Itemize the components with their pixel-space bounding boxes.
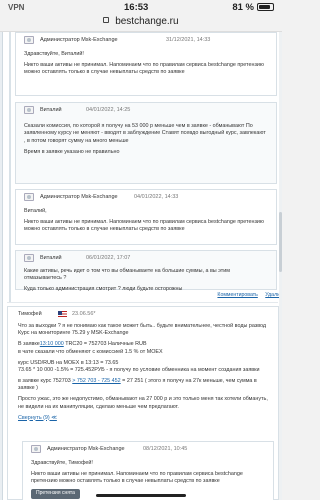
comment-header: Администратор Msk-Exchange 04/01/2022, 1… (16, 190, 276, 204)
comment-header: Администратор Msk-Exchange 31/12/2021, 1… (16, 33, 276, 47)
comment-text: Виталий, (24, 208, 47, 214)
reply-body: Здравствуйте, Тимофей! Никто ваши активы… (31, 460, 265, 499)
review-date: 23.06.56* (72, 311, 96, 317)
battery-percent: 81 % (232, 2, 254, 13)
avatar (31, 445, 41, 453)
review-text: Что за выходки ? я не понимаю как такое … (18, 323, 267, 337)
comment-card: Администратор Msk-Exchange 31/12/2021, 1… (15, 32, 277, 96)
comment-date: 31/12/2021, 14:33 (166, 37, 211, 43)
review-text-part: 73.65 * 10 000 -1.5% = 725.452РУБ - я по… (18, 367, 260, 374)
signal-indicator: VPN (8, 3, 25, 12)
status-badge: Претензия снята (31, 489, 80, 499)
reply-author: Администратор Msk-Exchange (47, 446, 125, 452)
comment-card: Виталий 06/01/2022, 17:07 Какие активы, … (15, 250, 277, 292)
address-bar[interactable]: bestchange.ru (0, 14, 282, 32)
scrollbar[interactable] (279, 32, 282, 500)
avatar (24, 254, 34, 262)
home-indicator[interactable] (96, 494, 186, 497)
comment-author: Администратор Msk-Exchange (40, 37, 118, 43)
comment-body: Здравствуйте, Виталий! Никто ваши активы… (24, 51, 268, 80)
comment-text: Сказали комиссия, по которой я получу на… (24, 123, 266, 144)
comment-date: 06/01/2022, 17:07 (86, 255, 131, 261)
comment-actions: Комментировать Удали (211, 292, 280, 298)
review-text: В заявке13:10 000 TRC20 = 752703 Наличны… (18, 341, 268, 356)
battery-icon (257, 3, 274, 11)
comment-text: Никто ваши активы не принимал. Напоминае… (24, 61, 264, 76)
comment-body: Сказали комиссия, по которой я получу на… (24, 123, 268, 160)
reply-header: Администратор Msk-Exchange 08/12/2021, 1… (23, 442, 273, 456)
clock: 16:53 (124, 2, 149, 13)
comment-text: Время в заявке указано не правильно (24, 148, 120, 155)
review-text: курс USD/RUB на MOEX в 13:13 = 73.65 73.6… (18, 360, 268, 375)
comment-text: Здравствуйте, Виталий! (24, 51, 84, 57)
flag-icon (58, 310, 67, 318)
scrollbar-thumb[interactable] (279, 212, 282, 272)
comment-header: Виталий 06/01/2022, 17:07 (16, 251, 276, 265)
review-text-part: в заявке курс 752703 (18, 377, 73, 384)
order-link[interactable]: 13:10 000 (40, 341, 64, 347)
review-text: Просто ужас, это же недопустимо, обманыв… (18, 396, 268, 410)
reply-card: Администратор Msk-Exchange 08/12/2021, 1… (22, 441, 274, 500)
status-bar: VPN 16:53 81 % (0, 0, 282, 14)
collapse-link[interactable]: Свернуть (9) ≪ (18, 415, 268, 422)
avatar (24, 193, 34, 201)
comment-date: 04/01/2022, 14:33 (134, 194, 179, 200)
comment-link[interactable]: Комментировать (217, 292, 257, 298)
page-viewport: Администратор Msk-Exchange 31/12/2021, 1… (0, 32, 282, 500)
avatar (24, 106, 34, 114)
divider (7, 302, 278, 303)
reply-date: 08/12/2021, 10:45 (143, 446, 188, 452)
calc-link[interactable]: > 752 703 - 725 452 (72, 378, 120, 384)
review-text-part: TRC20 = 752703 Наличные RUB (63, 341, 147, 348)
reply-text: Здравствуйте, Тимофей! (31, 460, 93, 466)
comment-date: 04/01/2022, 14:25 (86, 107, 131, 113)
review-header: Тимофей 23.06.56* (8, 307, 278, 321)
review-card: Тимофей 23.06.56* Что за выходки ? я не … (7, 306, 279, 500)
reply-text: Никто ваши активы не принимал. Напоминае… (31, 470, 243, 485)
thread-line (9, 32, 11, 302)
review-text-part: В заявке (18, 341, 40, 348)
comment-text: Какие активы, речь идет о том что вы обм… (24, 268, 230, 282)
comments-page: Администратор Msk-Exchange 31/12/2021, 1… (2, 32, 282, 500)
comment-card: Администратор Msk-Exchange 04/01/2022, 1… (15, 189, 277, 245)
comment-text: Никто ваши активы не принимал. Напоминае… (24, 218, 264, 233)
comment-header: Виталий 04/01/2022, 14:25 (16, 103, 276, 117)
review-text-part: курс USD/RUB на MOEX в 13:13 = 73.65 (18, 359, 119, 366)
review-text: в заявке курс 752703 > 752 703 - 725 452… (18, 378, 268, 393)
url-text: bestchange.ru (115, 16, 179, 27)
review-text-part: в чате сказали что обменяют с комиссией … (18, 348, 163, 355)
delete-link[interactable]: Удали (265, 292, 280, 298)
review-body: Что за выходки ? я не понимаю как такое … (18, 323, 268, 425)
comment-author: Виталий (40, 255, 62, 261)
comment-author: Администратор Msk-Exchange (40, 194, 118, 200)
comment-card: Виталий 04/01/2022, 14:25 Сказали комисс… (15, 102, 277, 184)
comment-body: Виталий, Никто ваши активы не принимал. … (24, 208, 268, 237)
review-author: Тимофей (18, 311, 42, 317)
comment-author: Виталий (40, 107, 62, 113)
lock-icon (103, 17, 110, 23)
avatar (24, 36, 34, 44)
